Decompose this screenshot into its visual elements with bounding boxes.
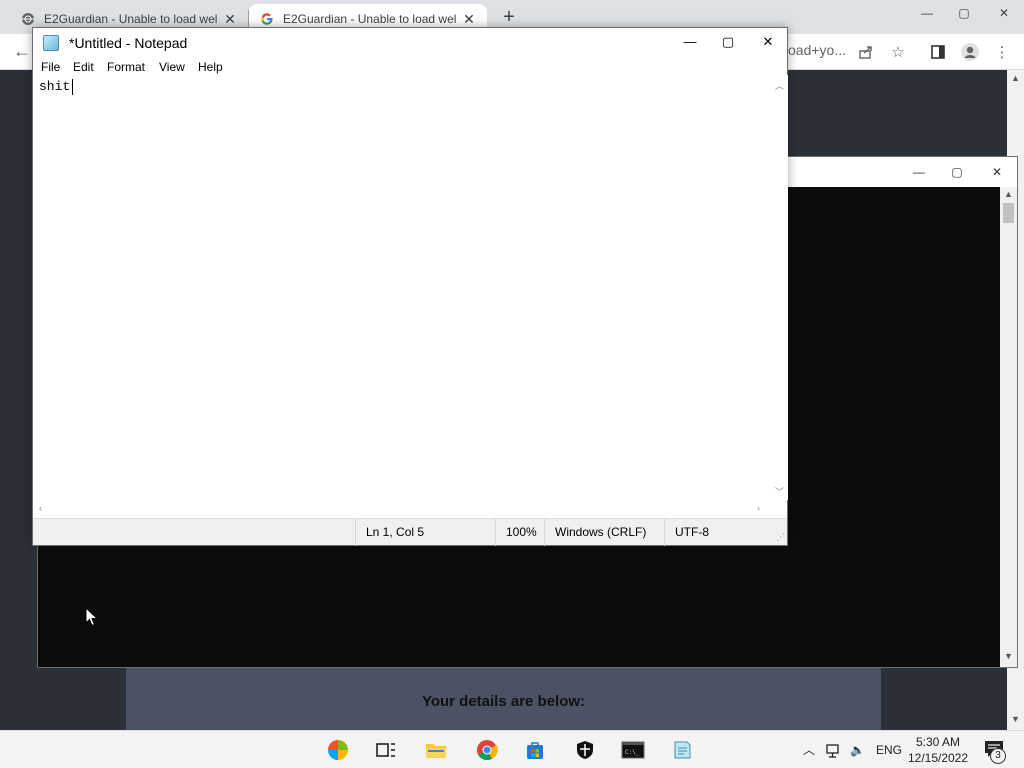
window-title: *Untitled - Notepad [69, 35, 188, 51]
close-button[interactable]: ✕ [749, 30, 787, 56]
horizontal-scrollbar[interactable]: ‹ › [35, 500, 771, 517]
menu-help[interactable]: Help [198, 60, 223, 74]
document-text[interactable]: shit [39, 79, 70, 94]
scroll-left-icon[interactable]: ‹ [39, 503, 42, 513]
tab-title: E2Guardian - Unable to load wel [283, 12, 457, 26]
svg-text:C:\_: C:\_ [625, 749, 640, 756]
scroll-up-icon[interactable]: ︿ [775, 79, 784, 92]
browser-maximize-button[interactable]: ▢ [944, 0, 984, 28]
resize-grip-icon[interactable]: ⋰ [776, 532, 785, 543]
line-ending: Windows (CRLF) [544, 519, 664, 546]
security-icon[interactable] [570, 736, 600, 764]
chrome-icon[interactable] [472, 736, 502, 764]
console-close-button[interactable]: ✕ [978, 159, 1016, 185]
volume-icon[interactable]: 🔈 [850, 731, 865, 768]
start-icon[interactable] [323, 736, 353, 764]
cursor-position: Ln 1, Col 5 [355, 519, 495, 546]
google-icon [259, 11, 275, 27]
notepad-icon [43, 35, 59, 51]
menu-edit[interactable]: Edit [73, 60, 94, 74]
store-icon[interactable] [520, 736, 550, 764]
taskbar: C:\_ ︿ 🔈 ENG 5:30 AM 12/15/2022 3 [0, 730, 1024, 768]
browser-minimize-button[interactable]: — [907, 0, 947, 28]
console-maximize-button[interactable]: ▢ [938, 159, 976, 185]
tab-close-icon[interactable]: ✕ [461, 11, 477, 28]
scroll-down-icon[interactable]: ﹀ [775, 485, 784, 498]
bookmark-star-icon[interactable]: ☆ [886, 40, 910, 64]
tab-close-icon[interactable]: ✕ [222, 11, 238, 28]
clock-date: 12/15/2022 [907, 751, 969, 765]
vertical-scrollbar[interactable]: ︿ ﹀ [771, 75, 788, 500]
network-icon[interactable] [826, 731, 842, 768]
globe-icon [20, 11, 36, 27]
console-scrollbar[interactable]: ▲ ▼ [1000, 187, 1017, 667]
scroll-thumb[interactable] [1003, 203, 1014, 223]
browser-menu-icon[interactable]: ⋮ [990, 40, 1014, 64]
task-view-icon[interactable] [371, 736, 401, 764]
scroll-down-icon[interactable]: ▼ [1007, 714, 1024, 724]
text-caret [72, 79, 73, 95]
share-icon[interactable] [854, 40, 878, 64]
profile-avatar-icon[interactable] [958, 40, 982, 64]
minimize-button[interactable]: — [671, 30, 709, 56]
maximize-button[interactable]: ▢ [709, 30, 747, 56]
text-editor-area[interactable]: shit [35, 75, 771, 500]
notepad-app-icon[interactable] [667, 736, 697, 764]
scroll-up-icon[interactable]: ▲ [1000, 189, 1017, 199]
browser-close-button[interactable]: ✕ [984, 0, 1024, 28]
notification-count-badge: 3 [990, 748, 1006, 764]
scroll-right-icon[interactable]: › [757, 503, 760, 513]
terminal-icon[interactable]: C:\_ [618, 736, 648, 764]
notepad-title-bar[interactable]: *Untitled - Notepad — ▢ ✕ [33, 28, 787, 58]
menu-view[interactable]: View [159, 60, 185, 74]
console-minimize-button[interactable]: — [900, 159, 938, 185]
system-clock[interactable]: 5:30 AM 12/15/2022 [898, 734, 978, 766]
details-heading: Your details are below: [421, 693, 586, 710]
notepad-window[interactable]: *Untitled - Notepad — ▢ ✕ File Edit Form… [32, 27, 788, 546]
mouse-cursor-icon [85, 607, 99, 627]
menu-file[interactable]: File [41, 60, 60, 74]
side-panel-icon[interactable] [926, 40, 950, 64]
address-bar-text[interactable]: oad+yo... [788, 42, 846, 58]
status-bar: Ln 1, Col 5 100% Windows (CRLF) UTF-8 ⋰ [33, 518, 787, 546]
scroll-down-icon[interactable]: ▼ [1000, 651, 1017, 661]
show-hidden-icons-chevron-icon[interactable]: ︿ [803, 731, 815, 768]
tab-title: E2Guardian - Unable to load wel [44, 12, 218, 26]
file-explorer-icon[interactable] [421, 736, 451, 764]
scroll-up-icon[interactable]: ▲ [1007, 73, 1024, 83]
zoom-level: 100% [495, 519, 544, 546]
encoding: UTF-8 [664, 519, 787, 546]
clock-time: 5:30 AM [915, 735, 961, 749]
back-arrow-icon[interactable]: ← [10, 40, 34, 64]
menu-format[interactable]: Format [107, 60, 145, 74]
